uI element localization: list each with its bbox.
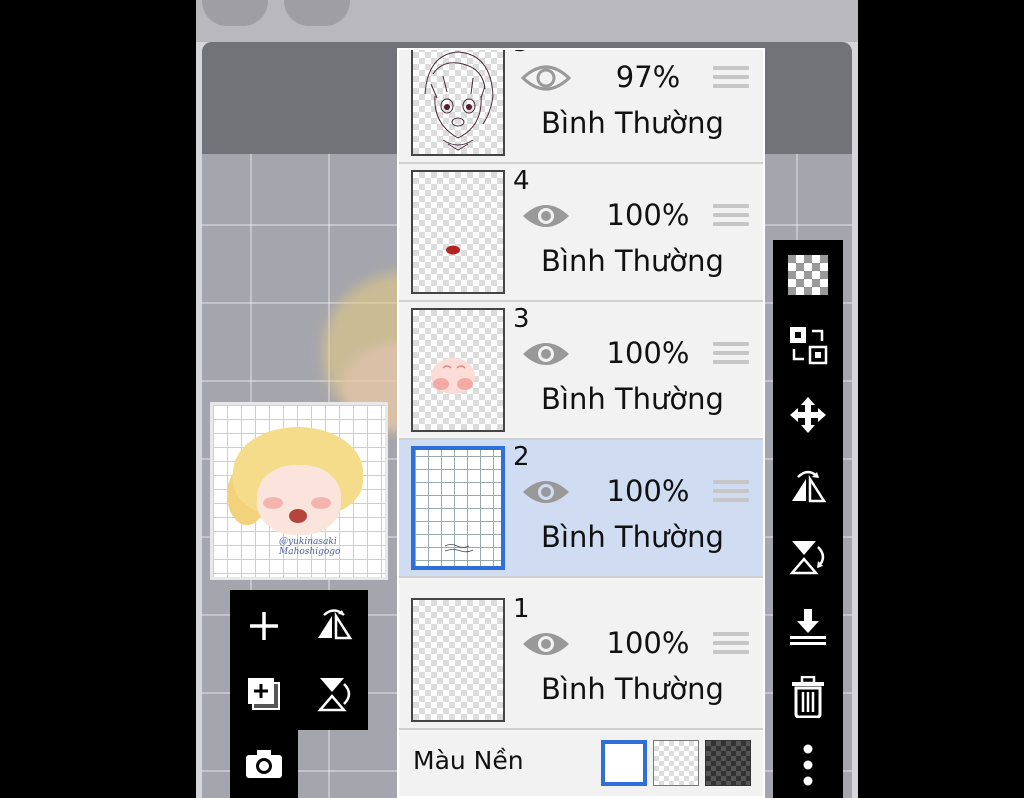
duplicate-layer-icon[interactable] <box>234 664 294 724</box>
layer-blend-mode[interactable]: Bình Thường <box>541 672 724 706</box>
visibility-eye-icon[interactable] <box>521 338 571 370</box>
flip-horizontal-icon[interactable] <box>783 462 833 512</box>
layer-thumbnail[interactable] <box>411 446 505 570</box>
move-icon[interactable] <box>783 390 833 440</box>
signature-line-2: Mahoshigogo <box>279 547 341 557</box>
flip-vertical-icon[interactable] <box>783 532 833 582</box>
layer-thumbnail[interactable] <box>411 598 505 722</box>
camera-toolbar <box>230 730 298 798</box>
camera-icon[interactable] <box>234 734 294 794</box>
transparency-icon[interactable] <box>783 250 833 300</box>
top-round-button[interactable] <box>202 0 268 26</box>
background-light-transparent-swatch[interactable] <box>653 740 699 786</box>
trash-icon[interactable] <box>783 672 833 722</box>
drag-handle-icon[interactable] <box>713 204 749 230</box>
layer-opacity[interactable]: 100% <box>595 626 701 660</box>
drag-handle-icon[interactable] <box>713 342 749 368</box>
add-layer-icon[interactable] <box>234 596 294 656</box>
flip-vertical-icon[interactable] <box>304 664 364 724</box>
layer-number: 5 <box>513 50 530 58</box>
visibility-eye-icon[interactable] <box>521 628 571 660</box>
layer-blend-mode[interactable]: Bình Thường <box>541 520 724 554</box>
visibility-eye-icon[interactable] <box>521 62 571 94</box>
more-icon[interactable] <box>783 740 833 790</box>
drag-handle-icon[interactable] <box>713 632 749 658</box>
layer-blend-mode[interactable]: Bình Thường <box>541 244 724 278</box>
layer-thumbnail[interactable] <box>411 50 505 156</box>
layer-row-5[interactable]: 5 97% Bình Thường <box>399 50 763 164</box>
visibility-eye-icon[interactable] <box>521 200 571 232</box>
layer-tools-toolbar <box>773 240 843 798</box>
layer-row-3[interactable]: 3 100% Bình Thường <box>399 302 763 440</box>
preview-mouth <box>289 509 307 523</box>
layer-row-1[interactable]: 1 100% Bình Thường <box>399 592 763 730</box>
layer-opacity[interactable]: 97% <box>595 60 701 94</box>
layer-thumbnail[interactable] <box>411 170 505 294</box>
canvas-preview-thumbnail[interactable]: @yukinasaki Mahoshigogo <box>210 402 388 580</box>
layers-panel: 5 97% Bình Thường 4 100% Bình Thường 3 1… <box>397 48 765 798</box>
flip-horizontal-icon[interactable] <box>304 596 364 656</box>
layer-opacity[interactable]: 100% <box>595 474 701 508</box>
preview-blush-right <box>311 497 331 509</box>
layer-number: 3 <box>513 304 530 334</box>
layer-number: 1 <box>513 594 530 624</box>
drag-handle-icon[interactable] <box>713 66 749 92</box>
drag-handle-icon[interactable] <box>713 480 749 506</box>
layer-opacity[interactable]: 100% <box>595 198 701 232</box>
layer-blend-mode[interactable]: Bình Thường <box>541 382 724 416</box>
layer-blend-mode[interactable]: Bình Thường <box>541 106 724 140</box>
layer-row-2[interactable]: 2 100% Bình Thường <box>399 440 763 578</box>
background-dark-transparent-swatch[interactable] <box>705 740 751 786</box>
layer-thumbnail[interactable] <box>411 308 505 432</box>
merge-down-icon[interactable] <box>783 602 833 652</box>
background-color-row: Màu Nền <box>399 730 763 796</box>
preview-signature: @yukinasaki Mahoshigogo <box>279 537 340 557</box>
preview-blush-left <box>263 497 283 509</box>
background-color-label: Màu Nền <box>413 746 524 775</box>
layer-number: 4 <box>513 166 530 196</box>
layer-actions-toolbar <box>230 590 368 730</box>
visibility-eye-icon[interactable] <box>521 476 571 508</box>
layer-opacity[interactable]: 100% <box>595 336 701 370</box>
background-white-swatch[interactable] <box>601 740 647 786</box>
signature-line-1: @yukinasaki <box>279 537 337 547</box>
layer-row-4[interactable]: 4 100% Bình Thường <box>399 164 763 302</box>
layer-number: 2 <box>513 442 530 472</box>
swap-layer-icon[interactable] <box>783 320 833 370</box>
top-round-button[interactable] <box>284 0 350 26</box>
top-bar <box>196 0 858 42</box>
